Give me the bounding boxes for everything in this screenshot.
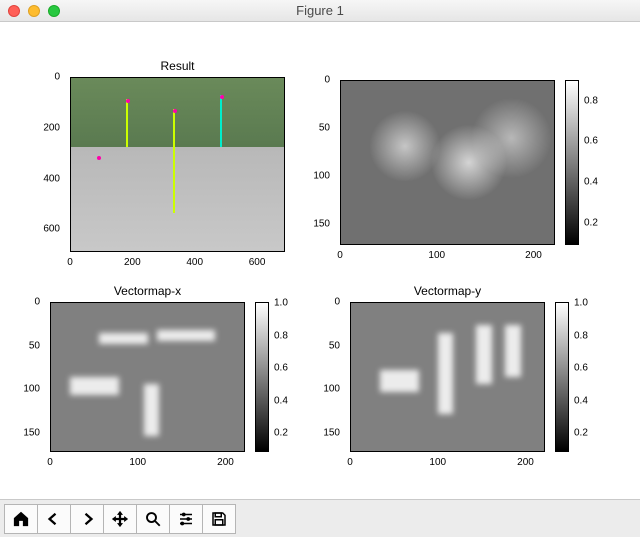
y-tick: 200 — [43, 122, 60, 133]
colorbar-tick: 0.2 — [274, 428, 288, 439]
x-tick: 100 — [429, 457, 446, 468]
vectormap-x-image — [51, 303, 244, 451]
colorbar-tick: 0.8 — [274, 330, 288, 341]
matplotlib-toolbar — [0, 499, 640, 537]
back-icon — [45, 510, 63, 528]
colorbar: 1.0 0.8 0.6 0.4 0.2 — [555, 302, 569, 452]
colorbar-tick: 1.0 — [274, 298, 288, 309]
x-tick: 0 — [67, 257, 73, 268]
x-tick: 0 — [337, 250, 343, 261]
y-tick: 100 — [313, 170, 330, 181]
subplot-vectormap-y: Vectormap-y 0 100 200 0 50 100 150 1.0 0… — [350, 302, 545, 452]
pan-button[interactable] — [103, 504, 137, 534]
x-tick: 600 — [249, 257, 266, 268]
subplot-title: Vectormap-x — [50, 284, 245, 298]
colorbar-tick: 0.8 — [584, 95, 598, 106]
colorbar-tick: 1.0 — [574, 298, 588, 309]
window-title: Figure 1 — [0, 3, 640, 18]
y-tick: 150 — [23, 427, 40, 438]
pose-image — [71, 78, 284, 251]
y-tick: 0 — [34, 297, 40, 308]
y-tick: 50 — [319, 122, 330, 133]
x-tick: 100 — [129, 457, 146, 468]
x-tick: 200 — [217, 457, 234, 468]
x-tick: 400 — [186, 257, 203, 268]
zoom-icon — [144, 510, 162, 528]
heatmap-image — [341, 81, 554, 244]
x-tick: 200 — [517, 457, 534, 468]
subplot-vectormap-x: Vectormap-x 0 100 200 0 50 100 150 1.0 0… — [50, 302, 245, 452]
axes — [50, 302, 245, 452]
y-tick: 600 — [43, 224, 60, 235]
colorbar-tick: 0.2 — [574, 428, 588, 439]
forward-button[interactable] — [70, 504, 104, 534]
save-button[interactable] — [202, 504, 236, 534]
colorbar-tick: 0.6 — [274, 363, 288, 374]
colorbar-tick: 0.6 — [584, 136, 598, 147]
y-tick: 0 — [334, 297, 340, 308]
vectormap-y-image — [351, 303, 544, 451]
colorbar-tick: 0.2 — [584, 217, 598, 228]
save-icon — [210, 510, 228, 528]
y-tick: 50 — [329, 340, 340, 351]
x-tick: 0 — [347, 457, 353, 468]
y-tick: 100 — [323, 384, 340, 395]
pan-icon — [111, 510, 129, 528]
configure-icon — [177, 510, 195, 528]
y-tick: 150 — [323, 427, 340, 438]
subplot-heatmap: 0 100 200 0 50 100 150 0.8 0.6 0.4 0.2 — [340, 80, 555, 245]
colorbar-tick: 0.4 — [584, 177, 598, 188]
colorbar-tick: 0.4 — [274, 395, 288, 406]
subplot-title: Result — [70, 59, 285, 73]
subplot-title: Vectormap-y — [350, 284, 545, 298]
x-tick: 200 — [525, 250, 542, 261]
y-tick: 0 — [54, 72, 60, 83]
y-tick: 100 — [23, 384, 40, 395]
subplot-result: Result 0 200 400 600 0 200 400 600 — [70, 77, 285, 252]
axes — [70, 77, 285, 252]
y-tick: 150 — [313, 218, 330, 229]
axes — [350, 302, 545, 452]
figure-canvas[interactable]: Result 0 200 400 600 0 200 400 600 — [0, 22, 640, 499]
titlebar: Figure 1 — [0, 0, 640, 22]
configure-button[interactable] — [169, 504, 203, 534]
x-tick: 200 — [124, 257, 141, 268]
forward-icon — [78, 510, 96, 528]
y-tick: 0 — [324, 75, 330, 86]
zoom-button[interactable] — [136, 504, 170, 534]
x-tick: 0 — [47, 457, 53, 468]
colorbar-tick: 0.4 — [574, 395, 588, 406]
back-button[interactable] — [37, 504, 71, 534]
x-tick: 100 — [428, 250, 445, 261]
figure-window: Figure 1 Result 0 200 400 600 0 — [0, 0, 640, 537]
y-tick: 50 — [29, 340, 40, 351]
home-button[interactable] — [4, 504, 38, 534]
colorbar: 1.0 0.8 0.6 0.4 0.2 — [255, 302, 269, 452]
colorbar: 0.8 0.6 0.4 0.2 — [565, 80, 579, 245]
colorbar-tick: 0.6 — [574, 363, 588, 374]
axes — [340, 80, 555, 245]
home-icon — [12, 510, 30, 528]
y-tick: 400 — [43, 173, 60, 184]
colorbar-tick: 0.8 — [574, 330, 588, 341]
